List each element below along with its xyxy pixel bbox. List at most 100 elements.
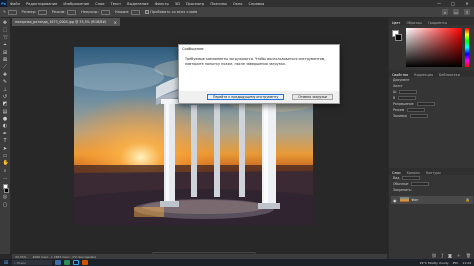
mode-option[interactable]: Режим: [51,9,77,15]
menu-plugins[interactable]: Плагины [210,2,227,6]
tab-libraries[interactable]: Библиотеки [439,73,460,77]
dodge-tool-icon[interactable]: ◐ [3,124,8,129]
mode-field[interactable] [67,9,77,15]
clock[interactable]: 11:24 [462,261,471,265]
taskbar-search[interactable]: ⌕ Поиск [12,260,52,265]
opacity-field[interactable] [100,9,110,15]
visibility-eye-icon[interactable]: ◉ [393,198,397,203]
sample-all-layers-option[interactable]: Пробовать со всех слоёв [144,10,197,14]
hue-slider[interactable] [465,28,469,67]
type-tool-icon[interactable]: T [3,139,8,144]
sample-all-layers-checkbox[interactable] [144,10,149,14]
prop-mode-label: Режим [393,108,405,112]
taskbar-app-photoshop-icon[interactable] [73,260,79,265]
crop-tool-icon[interactable]: ⊞ [3,50,8,56]
size-field[interactable] [37,9,47,15]
clone-stamp-tool-icon[interactable]: ⊥ [3,87,8,93]
history-brush-tool-icon[interactable]: ↺ [3,94,8,100]
prop-canvas-label: Холст [393,84,403,88]
zoom-level[interactable]: 33,33% [15,255,26,259]
brush-tool-icon[interactable]: ✎ [3,80,8,85]
opacity-option[interactable]: Непрозр.: [81,9,110,15]
menu-window[interactable]: Окно [233,2,243,6]
tab-channels[interactable]: Каналы [407,171,420,175]
resolution-field[interactable] [416,102,435,106]
menu-select[interactable]: Выделение [127,2,148,6]
pressure-field[interactable] [130,9,140,15]
menu-type[interactable]: Текст [111,2,122,6]
screen-mode-icon[interactable]: ▢ [3,202,8,208]
taskbar-app-browser-icon[interactable] [64,260,70,265]
document-tab[interactable]: полярная_ротонда_1673_0004.jpg @ 33,3% (… [12,18,120,26]
object-select-tool-icon[interactable]: ⌖ [3,43,8,48]
maximize-button[interactable]: □ [446,0,460,7]
hand-tool-icon[interactable]: ✋ [3,161,9,166]
taskbar-app-explorer-icon[interactable] [55,260,61,265]
menu-file[interactable]: Файл [10,2,20,6]
layer-row[interactable]: ◉ Фон 🔒 [391,196,473,204]
mode-field-panel[interactable] [407,108,426,112]
path-select-tool-icon[interactable]: ➤ [3,146,8,152]
share-icon[interactable]: ⇪ [464,9,470,15]
menu-image[interactable]: Изображение [63,2,89,6]
pressure-option[interactable]: Нажим: [115,9,140,15]
tools-panel: ✥ ⬚ ➰ ⌖ ⊞ ⊠ ⟋ ✚ ✎ ⊥ ↺ ◩ ▤ ● ◐ ✒ T ➤ ▭ ✋ … [0,18,11,254]
pen-tool-icon[interactable]: ✒ [3,131,8,137]
color-picker-field[interactable] [406,28,462,67]
height-field[interactable] [398,96,417,100]
tab-paths[interactable]: Контуры [426,171,441,175]
language-indicator[interactable]: РУС [453,261,459,265]
tab-adjustments[interactable]: Коррекция [414,73,433,77]
blur-tool-icon[interactable]: ● [3,117,8,122]
search-icon[interactable]: ⌕ [442,9,448,15]
message-dialog: Сообщение Требуемые компоненты загружают… [178,44,340,104]
previous-tool-button[interactable]: Перейти к предыдущему инструменту [206,94,285,100]
menu-edit[interactable]: Редактирование [26,2,57,6]
photoshop-window: Ps Файл Редактирование Изображение Слои … [0,0,474,266]
weather-widget[interactable]: 29°C Mostly cloudy [420,261,449,265]
background-swatch[interactable] [395,34,402,41]
tab-layers[interactable]: Слои [392,171,401,175]
eraser-tool-icon[interactable]: ◩ [3,102,8,107]
zoom-tool-icon[interactable]: ⌕ [3,168,8,174]
mode-label: Режим: [51,10,66,14]
prop-width-label: Ш [393,90,397,94]
opacity-label: Непрозр.: [81,10,100,14]
size-option[interactable]: Размер: [21,9,47,15]
minimize-button[interactable]: — [432,0,446,7]
frame-tool-icon[interactable]: ⊠ [3,57,8,63]
eyedropper-tool-icon[interactable]: ⟋ [3,65,8,70]
blend-mode-label: Обычные [393,182,409,186]
cancel-download-button[interactable]: Отмена загрузки [292,94,333,100]
background-color-swatch[interactable] [4,187,9,193]
tool-preset-picker[interactable]: ✎ [3,9,17,15]
marquee-tool-icon[interactable]: ⬚ [3,28,8,33]
taskbar-app-media-icon[interactable] [82,260,88,265]
menu-help[interactable]: Справка [249,2,265,6]
close-window-button[interactable]: ✕ [460,0,474,7]
menu-view[interactable]: Просмотр [186,2,204,6]
shape-tool-icon[interactable]: ▭ [3,154,8,159]
blend-mode-field[interactable] [411,182,430,186]
healing-brush-tool-icon[interactable]: ✚ [3,72,8,78]
prop-document-label: Документ [393,78,410,82]
fill-field[interactable] [409,114,428,118]
move-tool-icon[interactable]: ✥ [3,21,8,26]
workspace-icon[interactable]: ▭ [453,9,459,15]
start-icon[interactable]: ⊞ [3,260,9,266]
size-label: Размер: [21,10,37,14]
quick-mask-icon[interactable]: ◎ [3,195,8,200]
lasso-tool-icon[interactable]: ➰ [3,35,9,41]
gradient-tool-icon[interactable]: ▤ [3,109,8,115]
menu-filter[interactable]: Фильтр [155,2,169,6]
width-field[interactable] [399,90,418,94]
layer-filter-field[interactable] [402,176,421,180]
preset-dropdown[interactable] [7,9,17,15]
tab-properties[interactable]: Свойства [392,73,408,77]
menu-layers[interactable]: Слои [95,2,104,6]
layers-panel-tabs: Слои Каналы Контуры [389,168,474,175]
menu-3d[interactable]: 3D [175,2,180,6]
dialog-footer: Перейти к предыдущему инструменту Отмена… [179,91,339,103]
close-document-icon[interactable]: × [114,20,117,25]
more-tools-icon[interactable]: … [3,176,8,181]
